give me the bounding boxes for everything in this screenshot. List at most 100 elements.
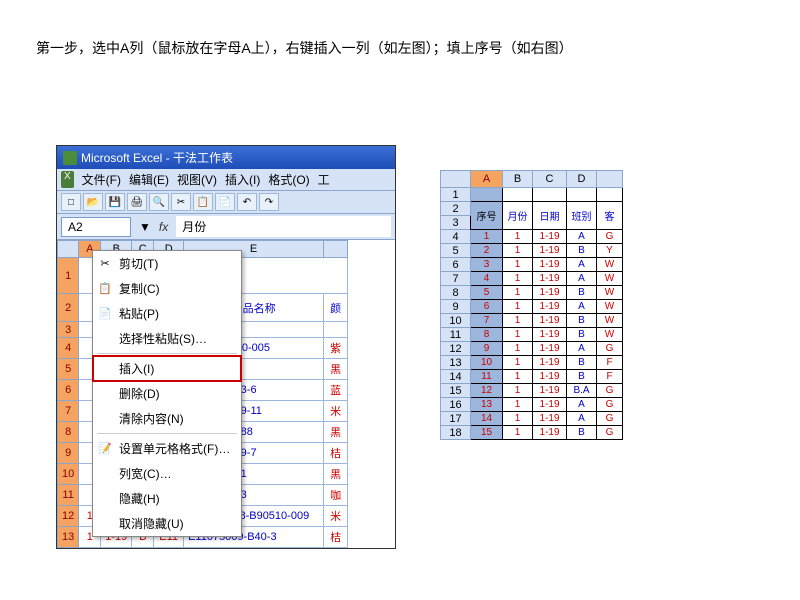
row-header-2[interactable]: 2 xyxy=(58,294,79,322)
cell[interactable]: A xyxy=(567,412,597,426)
cell[interactable]: A xyxy=(567,342,597,356)
cell[interactable]: 1-19 xyxy=(533,426,567,440)
row-header[interactable]: 12 xyxy=(441,342,471,356)
cell[interactable]: W xyxy=(597,258,623,272)
cell[interactable]: 黑 xyxy=(324,359,348,380)
cell-seq[interactable]: 12 xyxy=(471,384,503,398)
formula-value[interactable]: 月份 xyxy=(176,216,391,237)
cell-seq[interactable]: 1 xyxy=(471,230,503,244)
row-header[interactable]: 10 xyxy=(441,314,471,328)
cell[interactable]: B xyxy=(567,314,597,328)
cell[interactable]: 客 xyxy=(597,202,623,230)
cell[interactable]: 1 xyxy=(503,286,533,300)
cell[interactable]: F xyxy=(597,370,623,384)
cell-seq[interactable]: 14 xyxy=(471,412,503,426)
row-header[interactable]: 9 xyxy=(58,443,79,464)
row-header-3[interactable]: 3 xyxy=(441,216,471,230)
cell[interactable]: 米 xyxy=(324,506,348,527)
fx-label[interactable]: fx xyxy=(159,220,168,234)
menu-view[interactable]: 视图(V) xyxy=(177,171,217,188)
cell[interactable]: B.A xyxy=(567,384,597,398)
open-icon[interactable]: 📂 xyxy=(83,193,103,211)
cell-seq[interactable]: 5 xyxy=(471,286,503,300)
cell[interactable]: 1 xyxy=(503,384,533,398)
cell[interactable]: 1 xyxy=(503,328,533,342)
cell[interactable]: 班别 xyxy=(567,202,597,230)
menu-format[interactable]: 格式(O) xyxy=(268,171,309,188)
cell[interactable]: A xyxy=(567,398,597,412)
cell[interactable]: 1 xyxy=(503,370,533,384)
cell[interactable]: G xyxy=(597,230,623,244)
cm-format[interactable]: 📝设置单元格格式(F)… xyxy=(93,436,241,461)
cell[interactable]: A xyxy=(567,230,597,244)
cell[interactable]: 蓝 xyxy=(324,380,348,401)
cell[interactable]: F xyxy=(597,356,623,370)
row-header[interactable]: 11 xyxy=(441,328,471,342)
new-icon[interactable]: □ xyxy=(61,193,81,211)
cell-seq[interactable]: 6 xyxy=(471,300,503,314)
cm-cut[interactable]: ✂剪切(T) xyxy=(93,251,241,276)
cell[interactable]: 1 xyxy=(503,258,533,272)
cell[interactable]: 1 xyxy=(503,412,533,426)
cell[interactable]: A xyxy=(567,272,597,286)
menu-edit[interactable]: 编辑(E) xyxy=(129,171,169,188)
row-header[interactable]: 8 xyxy=(441,286,471,300)
cell[interactable]: 1-19 xyxy=(533,258,567,272)
cell-seq-header[interactable]: 序号 xyxy=(471,202,503,230)
menu-bar[interactable]: X 文件(F) 编辑(E) 视图(V) 插入(I) 格式(O) 工 xyxy=(57,169,395,191)
row-header[interactable]: 8 xyxy=(58,422,79,443)
cell[interactable]: G xyxy=(597,384,623,398)
cell[interactable]: 1-19 xyxy=(533,328,567,342)
preview-icon[interactable]: 🔍 xyxy=(149,193,169,211)
cell[interactable]: 桔 xyxy=(324,527,348,548)
cell-seq[interactable]: 11 xyxy=(471,370,503,384)
row-header[interactable]: 10 xyxy=(58,464,79,485)
cell[interactable]: 1-19 xyxy=(533,230,567,244)
cut-icon[interactable]: ✂ xyxy=(171,193,191,211)
cell[interactable]: B xyxy=(567,426,597,440)
row-header[interactable]: 15 xyxy=(441,384,471,398)
cell-seq[interactable]: 13 xyxy=(471,398,503,412)
row-header[interactable]: 3 xyxy=(58,322,79,338)
undo-icon[interactable]: ↶ xyxy=(237,193,257,211)
cell[interactable]: B xyxy=(567,370,597,384)
cell[interactable]: G xyxy=(597,398,623,412)
cell[interactable]: 1-19 xyxy=(533,384,567,398)
cell[interactable]: W xyxy=(597,286,623,300)
cell[interactable]: 颜 xyxy=(324,294,348,322)
cell[interactable]: G xyxy=(597,342,623,356)
row-header-1[interactable]: 1 xyxy=(58,258,79,294)
cell[interactable] xyxy=(324,322,348,338)
cell-seq[interactable]: 8 xyxy=(471,328,503,342)
row-header-2[interactable]: 2 xyxy=(441,202,471,216)
cell[interactable]: 黑 xyxy=(324,422,348,443)
row-header[interactable]: 17 xyxy=(441,412,471,426)
cm-unhide[interactable]: 取消隐藏(U) xyxy=(93,511,241,536)
row-header[interactable]: 6 xyxy=(441,258,471,272)
row-header[interactable]: 16 xyxy=(441,398,471,412)
cell[interactable]: 1-19 xyxy=(533,370,567,384)
cell[interactable]: W xyxy=(597,300,623,314)
col-header-e[interactable] xyxy=(597,171,623,188)
cell[interactable]: W xyxy=(597,272,623,286)
redo-icon[interactable]: ↷ xyxy=(259,193,279,211)
cm-col-width[interactable]: 列宽(C)… xyxy=(93,461,241,486)
cm-delete[interactable]: 删除(D) xyxy=(93,381,241,406)
cell-seq[interactable]: 3 xyxy=(471,258,503,272)
name-box[interactable]: A2 xyxy=(61,217,131,237)
cell[interactable]: 1 xyxy=(503,272,533,286)
cell-seq[interactable]: 4 xyxy=(471,272,503,286)
row-header[interactable]: 13 xyxy=(58,527,79,548)
cell-seq[interactable]: 10 xyxy=(471,356,503,370)
cm-copy[interactable]: 📋复制(C) xyxy=(93,276,241,301)
col-header-a[interactable]: A xyxy=(471,171,503,188)
cell[interactable]: 米 xyxy=(324,401,348,422)
cell-seq[interactable]: 15 xyxy=(471,426,503,440)
cell-seq[interactable]: 9 xyxy=(471,342,503,356)
cell-seq[interactable]: 7 xyxy=(471,314,503,328)
row-header[interactable]: 7 xyxy=(58,401,79,422)
print-icon[interactable]: 🖨 xyxy=(127,193,147,211)
cell[interactable]: A xyxy=(567,258,597,272)
cell[interactable]: 黑 xyxy=(324,464,348,485)
cell[interactable]: 1 xyxy=(503,314,533,328)
